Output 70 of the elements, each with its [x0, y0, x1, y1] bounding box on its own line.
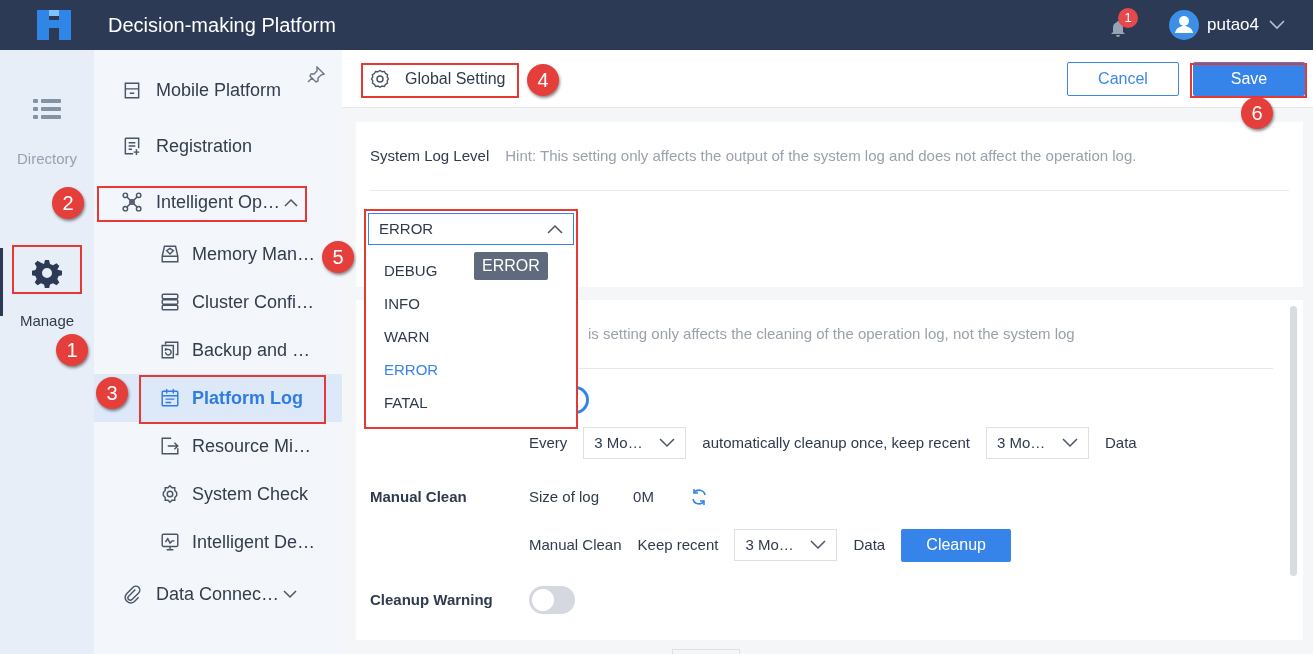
sidebar-item[interactable]: Intelligent Op… — [94, 174, 307, 230]
dropdown-option[interactable]: FATAL — [384, 387, 434, 420]
select-field[interactable]: 3 Mo… — [583, 427, 687, 459]
network-icon — [122, 192, 142, 212]
section-label: Manual Clean — [370, 486, 468, 507]
notification-count: 1 — [1118, 8, 1138, 28]
callout-marker: 5 — [322, 241, 354, 273]
scrollbar[interactable] — [1290, 306, 1297, 576]
chevron-down-icon — [659, 438, 676, 448]
sidebar-item[interactable]: Cluster Confi… — [94, 278, 323, 326]
field-label: Manual Clean — [529, 534, 622, 555]
cleanup-button[interactable]: Cleanup — [901, 528, 1012, 562]
sidebar-item[interactable]: Resource Mi… — [94, 422, 320, 470]
field-label: Data — [1105, 432, 1137, 453]
select-field[interactable]: 3 Mo… — [734, 529, 838, 561]
select-field[interactable]: 3 Mo… — [986, 427, 1089, 459]
form-icon — [122, 136, 142, 156]
save-button[interactable]: Save — [1193, 61, 1305, 96]
server-icon — [160, 292, 180, 312]
tablet-icon — [122, 80, 142, 100]
sidebar-item[interactable]: Data Connec… — [94, 566, 306, 622]
settings-icon — [370, 68, 390, 89]
dropdown-option[interactable]: DEBUG — [384, 255, 444, 288]
settings-icon — [32, 258, 62, 288]
sidebar-item[interactable]: Backup and … — [94, 326, 319, 374]
annotation-frame — [12, 245, 82, 294]
calendar-icon — [160, 388, 180, 408]
dropdown-option[interactable]: ERROR — [384, 354, 445, 387]
pin-icon[interactable] — [307, 66, 325, 84]
toggle-switch[interactable] — [529, 586, 575, 614]
log-size-value: 0M — [633, 486, 654, 507]
field-label: System Log Level — [370, 145, 490, 166]
chevron-down-icon — [1062, 438, 1078, 448]
dropdown-option[interactable]: WARN — [384, 321, 436, 354]
bell-icon[interactable] — [1109, 19, 1127, 38]
sidebar-item[interactable]: System Check — [94, 470, 317, 518]
sidebar-item[interactable]: Intelligent De… — [94, 518, 324, 566]
cancel-button[interactable]: Cancel — [1067, 61, 1179, 96]
sidebar-item[interactable]: Memory Man… — [94, 230, 324, 278]
drive-icon — [160, 244, 180, 264]
tooltip: ERROR — [474, 252, 548, 280]
user-name[interactable]: putao4 — [1207, 12, 1259, 38]
hint-text: Hint: This setting only affects the output of the system log and does not affect the operation log. — [505, 145, 1137, 166]
page-title: Global Setting — [405, 68, 506, 89]
chevron-down-icon — [1269, 20, 1285, 30]
dropdown-option[interactable]: INFO — [384, 288, 426, 321]
avatar-icon — [1169, 10, 1199, 40]
field-label: Size of log — [529, 486, 600, 507]
section-label: Cleanup Warning — [370, 589, 494, 610]
sidebar-item[interactable]: Registration — [94, 118, 261, 174]
field-label: Keep recent — [637, 534, 719, 555]
hint-text: is setting only affects the cleaning of the operation log, not the system log — [588, 323, 1075, 344]
settings-icon — [160, 484, 180, 504]
restore-icon — [160, 340, 180, 360]
field-label: automatically cleanup once, keep recent — [702, 432, 970, 453]
select-field[interactable]: ERROR — [368, 213, 574, 245]
app-title: Decision-making Platform — [108, 13, 336, 38]
rail-tab[interactable]: Manage — [17, 258, 77, 333]
refresh-icon[interactable] — [689, 488, 708, 506]
monitor-icon — [160, 532, 180, 552]
paperclip-icon — [122, 584, 142, 604]
chevron-up-icon — [284, 197, 299, 207]
chevron-down-icon — [283, 589, 298, 599]
sidebar-item[interactable]: Mobile Platform — [94, 62, 290, 118]
import-icon — [160, 436, 180, 456]
field-label: Every — [529, 432, 568, 453]
list-icon — [33, 98, 61, 120]
chevron-down-icon — [810, 540, 827, 550]
field-label: Data — [853, 534, 886, 555]
chevron-up-icon — [547, 224, 563, 234]
